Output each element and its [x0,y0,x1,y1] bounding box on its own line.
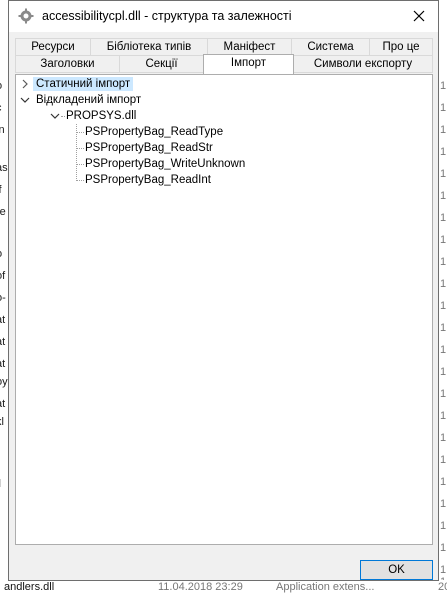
bg-fragment: as [0,162,8,174]
tree-node-static-import[interactable]: Статичний імпорт [33,76,134,92]
tree-leaf-function[interactable]: PSPropertyBag_ReadInt [85,172,211,188]
tree-connector [46,100,52,101]
tab-sections[interactable]: Секції [119,55,204,73]
tab-headers[interactable]: Заголовки [15,55,120,73]
bg-fragment: 1 [440,388,447,400]
tree-connector [76,164,84,165]
bg-fragment: 1 [440,300,447,312]
tree-leaf-function[interactable]: PSPropertyBag_ReadType [85,124,223,140]
tree-node-label: PSPropertyBag_ReadType [85,126,224,138]
bg-fragment: 1 [440,190,447,202]
bg-fragment: 1 [440,102,447,114]
tree-node-dll[interactable]: PROPSYS.dll [66,108,136,124]
dependency-dialog: accessibilitycpl.dll - структура та зале… [8,0,439,581]
bg-fragment: at [0,398,6,410]
tree-node-label: Статичний імпорт [33,77,134,91]
bg-fragment: 1 [440,212,447,224]
bg-fragment: 1 [440,432,447,444]
app-gear-icon [18,8,34,24]
import-tree-panel[interactable]: Статичний імпорт Відкладений імпорт PROP… [15,74,433,545]
bg-fragment: re [0,206,6,218]
bg-fragment: 1 [440,234,447,246]
close-icon[interactable] [408,5,430,27]
tree-connector [61,116,65,117]
bg-fragment: 1 [440,344,447,356]
bg-fragment: 1 [440,542,447,554]
tab-resources[interactable]: Ресурси [15,38,91,56]
tree-node-label: PSPropertyBag_ReadStr [85,142,213,154]
tab-system[interactable]: Система [291,38,370,56]
tree-leaf-function[interactable]: PSPropertyBag_ReadStr [85,140,213,156]
tab-import[interactable]: Імпорт [203,54,294,74]
bg-fragment: 1 [440,520,447,532]
tree-connector [76,148,84,149]
bg-fragment: of [0,270,6,282]
bg-fragment: in [0,124,5,136]
bg-fragment: 1 [440,322,447,334]
tree-connector [76,180,84,181]
bg-file-name: andlers.dll [4,581,55,593]
bg-fragment: ll [0,478,1,490]
window-title: accessibilitycpl.dll - структура та зале… [42,9,292,23]
bg-fragment: if [0,184,2,196]
title-bar[interactable]: accessibilitycpl.dll - структура та зале… [9,1,438,32]
chevron-down-icon[interactable] [19,94,31,106]
bg-fragment: 1 [440,366,447,378]
tree-leaf-function[interactable]: PSPropertyBag_WriteUnknown [85,156,245,172]
tab-about[interactable]: Про це [369,38,433,56]
background-window-right: 1 1 1 1 1 1 1 1 1 1 1 1 1 1 1 1 1 1 1 1 … [439,0,447,595]
chevron-right-icon[interactable] [19,78,31,90]
bg-fragment: 1 [440,454,447,466]
background-window-left: o c in as if re o of o- at at at oy at k… [0,0,8,595]
bg-fragment: o- [0,292,6,304]
background-file-row: andlers.dll 11.04.2018 23:29 Application… [0,580,447,595]
bg-fragment: 1 [440,278,447,290]
bg-file-size: 20 [438,581,447,593]
tree-node-label: PROPSYS.dll [66,110,137,122]
bg-fragment: 1 [440,168,447,180]
bg-fragment: 1 [440,124,447,136]
bg-fragment: 1 [440,498,447,510]
bg-fragment: at [0,336,6,348]
bg-fragment: 1 [440,410,447,422]
bg-fragment: at [0,358,6,370]
bg-fragment: o [0,248,2,260]
bg-file-date: 11.04.2018 23:29 [158,581,243,593]
bg-fragment: 1 [440,476,447,488]
bg-fragment: o [0,80,2,92]
ok-button[interactable]: OK [360,560,433,580]
bg-fragment: kl [0,416,4,428]
tab-type-library[interactable]: Бібліотека типів [90,38,208,56]
bg-fragment: oy [0,376,8,388]
bg-fragment: 1 [440,256,447,268]
tree-node-label: PSPropertyBag_ReadInt [85,174,211,186]
bg-fragment: at [0,314,6,326]
tree-connector [76,132,84,133]
tree-node-label: PSPropertyBag_WriteUnknown [85,158,246,170]
bg-fragment: 1 [440,146,447,158]
bg-file-type: Application extens... [276,581,375,593]
bg-fragment: c [0,102,2,114]
bg-fragment: 1 [440,564,447,576]
chevron-down-icon[interactable] [49,110,61,122]
bg-fragment: 1 [440,80,447,92]
tab-export-symbols[interactable]: Символи експорту [293,55,433,73]
